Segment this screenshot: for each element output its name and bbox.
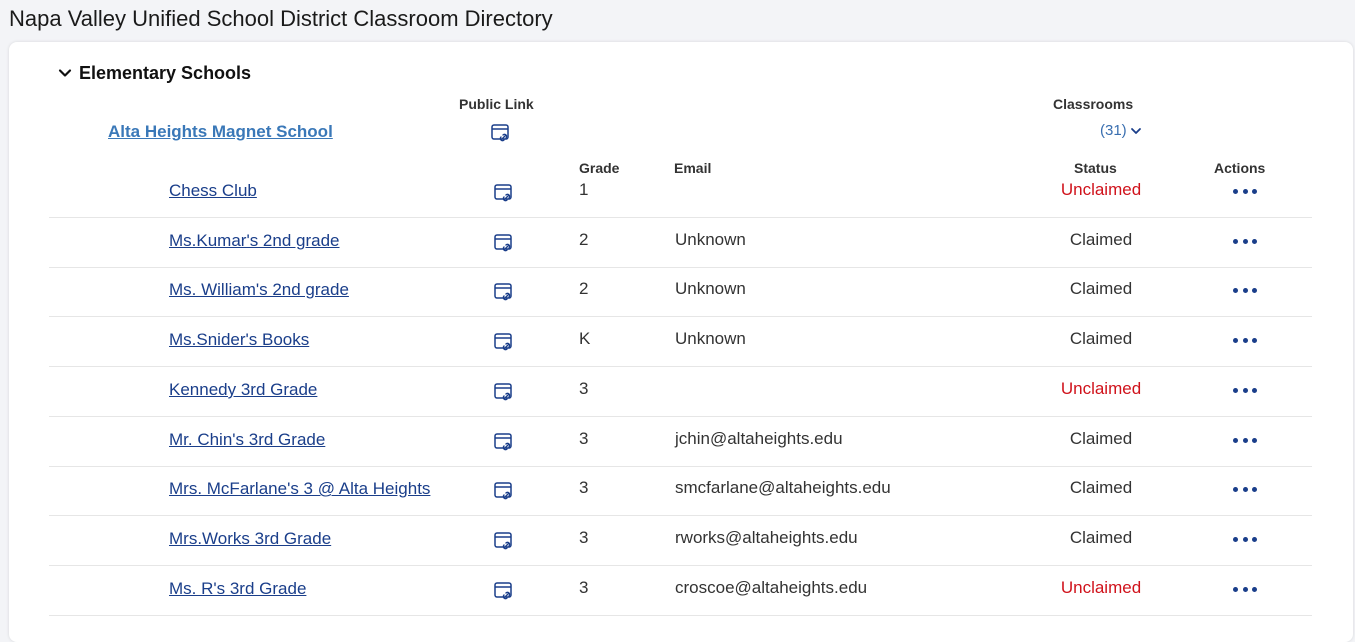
classroom-name-link[interactable]: Ms. William's 2nd grade (169, 279, 349, 301)
classroom-grade: 1 (579, 180, 589, 199)
dot (1252, 188, 1257, 194)
status-badge: Unclaimed (1060, 180, 1142, 199)
table-row: Ms. William's 2nd grade 2 Unknown Claimed (49, 267, 1312, 317)
dot (1233, 238, 1238, 244)
classroom-public-link-icon[interactable] (493, 480, 515, 502)
classroom-grade: 3 (579, 578, 589, 597)
classroom-public-link-icon[interactable] (493, 232, 515, 254)
dot (1242, 536, 1248, 542)
dot (1252, 337, 1257, 343)
dot (1233, 586, 1238, 592)
status-badge: Claimed (1069, 329, 1133, 348)
classroom-public-link-icon[interactable] (493, 381, 515, 403)
more-actions-icon[interactable] (1233, 333, 1257, 347)
classroom-name-link[interactable]: Mrs.Works 3rd Grade (169, 528, 331, 550)
classroom-name-link[interactable]: Chess Club (169, 180, 257, 202)
classroom-grade: 2 (579, 230, 589, 249)
dot (1233, 437, 1238, 443)
dot (1233, 536, 1238, 542)
classroom-name-link[interactable]: Ms.Snider's Books (169, 329, 309, 351)
classroom-email: smcfarlane@altaheights.edu (675, 478, 891, 497)
classroom-email: croscoe@altaheights.edu (675, 578, 868, 597)
classroom-name-link[interactable]: Kennedy 3rd Grade (169, 379, 317, 401)
classroom-grade: 2 (579, 279, 589, 298)
classroom-email: jchin@altaheights.edu (675, 429, 843, 448)
classroom-grade: 3 (579, 528, 589, 547)
classroom-email: rworks@altaheights.edu (675, 528, 858, 547)
table-row: Ms.Kumar's 2nd grade 2 Unknown Claimed (49, 218, 1312, 268)
dot (1242, 486, 1248, 492)
more-actions-icon[interactable] (1233, 532, 1257, 546)
dot (1242, 287, 1248, 293)
classroom-count: (31) (1100, 122, 1127, 139)
dot (1252, 586, 1257, 592)
chevron-down-icon (58, 69, 72, 77)
table-row: Mr. Chin's 3rd Grade 3 jchin@altaheights.e… (49, 417, 1312, 467)
header-classrooms: Classrooms (1053, 96, 1134, 112)
classroom-grade: 3 (579, 379, 589, 398)
classroom-public-link-icon[interactable] (493, 530, 515, 552)
dot (1252, 238, 1257, 244)
classroom-public-link-icon[interactable] (493, 182, 515, 204)
more-actions-icon[interactable] (1233, 184, 1257, 198)
more-actions-icon[interactable] (1233, 283, 1257, 297)
dot (1242, 586, 1248, 592)
table-row: Ms. R's 3rd Grade 3 croscoe@altaheights.ed… (49, 566, 1312, 616)
more-actions-icon[interactable] (1233, 433, 1257, 447)
chevron-down-icon (1130, 127, 1141, 134)
dot (1233, 486, 1238, 492)
school-public-link-icon[interactable] (490, 122, 512, 144)
dot (1233, 337, 1238, 343)
section-toggle-elementary[interactable]: Elementary Schools (57, 61, 251, 85)
dot (1233, 387, 1238, 393)
classroom-count-toggle[interactable]: (31) (1100, 122, 1142, 139)
table-row: Mrs.Works 3rd Grade 3 rworks@altaheights.e… (49, 516, 1312, 566)
section-title: Elementary Schools (79, 62, 252, 83)
status-badge: Claimed (1069, 429, 1133, 448)
more-actions-icon[interactable] (1233, 582, 1257, 596)
school-link[interactable]: Alta Heights Magnet School (108, 122, 333, 142)
classroom-email: Unknown (675, 279, 746, 298)
header-public-link: Public Link (459, 96, 534, 112)
dot (1242, 437, 1248, 443)
dot (1252, 536, 1257, 542)
classroom-grade: 3 (579, 478, 589, 497)
more-actions-icon[interactable] (1233, 482, 1257, 496)
classroom-public-link-icon[interactable] (493, 331, 515, 353)
classroom-name-link[interactable]: Ms. R's 3rd Grade (169, 578, 306, 600)
status-badge: Claimed (1069, 478, 1133, 497)
more-actions-icon[interactable] (1233, 383, 1257, 397)
dot (1233, 188, 1238, 194)
dot (1233, 287, 1238, 293)
table-row: Ms.Snider's Books K Unknown Claimed (49, 317, 1312, 367)
dot (1242, 387, 1248, 393)
table-row: Chess Club 1 Unclaimed (49, 168, 1312, 218)
dot (1252, 387, 1257, 393)
dot (1242, 188, 1248, 194)
more-actions-icon[interactable] (1233, 234, 1257, 248)
classroom-public-link-icon[interactable] (493, 281, 515, 303)
dot (1252, 287, 1257, 293)
table-row: Kennedy 3rd Grade 3 Unclaimed (49, 367, 1312, 417)
classroom-grade: K (579, 329, 591, 348)
status-badge: Claimed (1069, 528, 1133, 547)
classroom-public-link-icon[interactable] (493, 580, 515, 602)
classroom-name-link[interactable]: Ms.Kumar's 2nd grade (169, 230, 340, 252)
status-badge: Unclaimed (1060, 578, 1142, 597)
table-row: Mrs. McFarlane's 3 @ Alta Heights 3 smcfar… (49, 466, 1312, 516)
status-badge: Claimed (1069, 279, 1133, 298)
dot (1252, 437, 1257, 443)
dot (1242, 238, 1248, 244)
status-badge: Claimed (1069, 230, 1133, 249)
classroom-name-link[interactable]: Mr. Chin's 3rd Grade (169, 429, 325, 451)
classroom-email: Unknown (675, 230, 746, 249)
dot (1242, 337, 1248, 343)
classroom-grade: 3 (579, 429, 589, 448)
dot (1252, 486, 1257, 492)
classroom-name-link[interactable]: Mrs. McFarlane's 3 @ Alta Heights (169, 478, 430, 500)
status-badge: Unclaimed (1060, 379, 1142, 398)
classroom-public-link-icon[interactable] (493, 431, 515, 453)
classroom-email: Unknown (675, 329, 746, 348)
page-title: Napa Valley Unified School District Clas… (9, 6, 553, 31)
